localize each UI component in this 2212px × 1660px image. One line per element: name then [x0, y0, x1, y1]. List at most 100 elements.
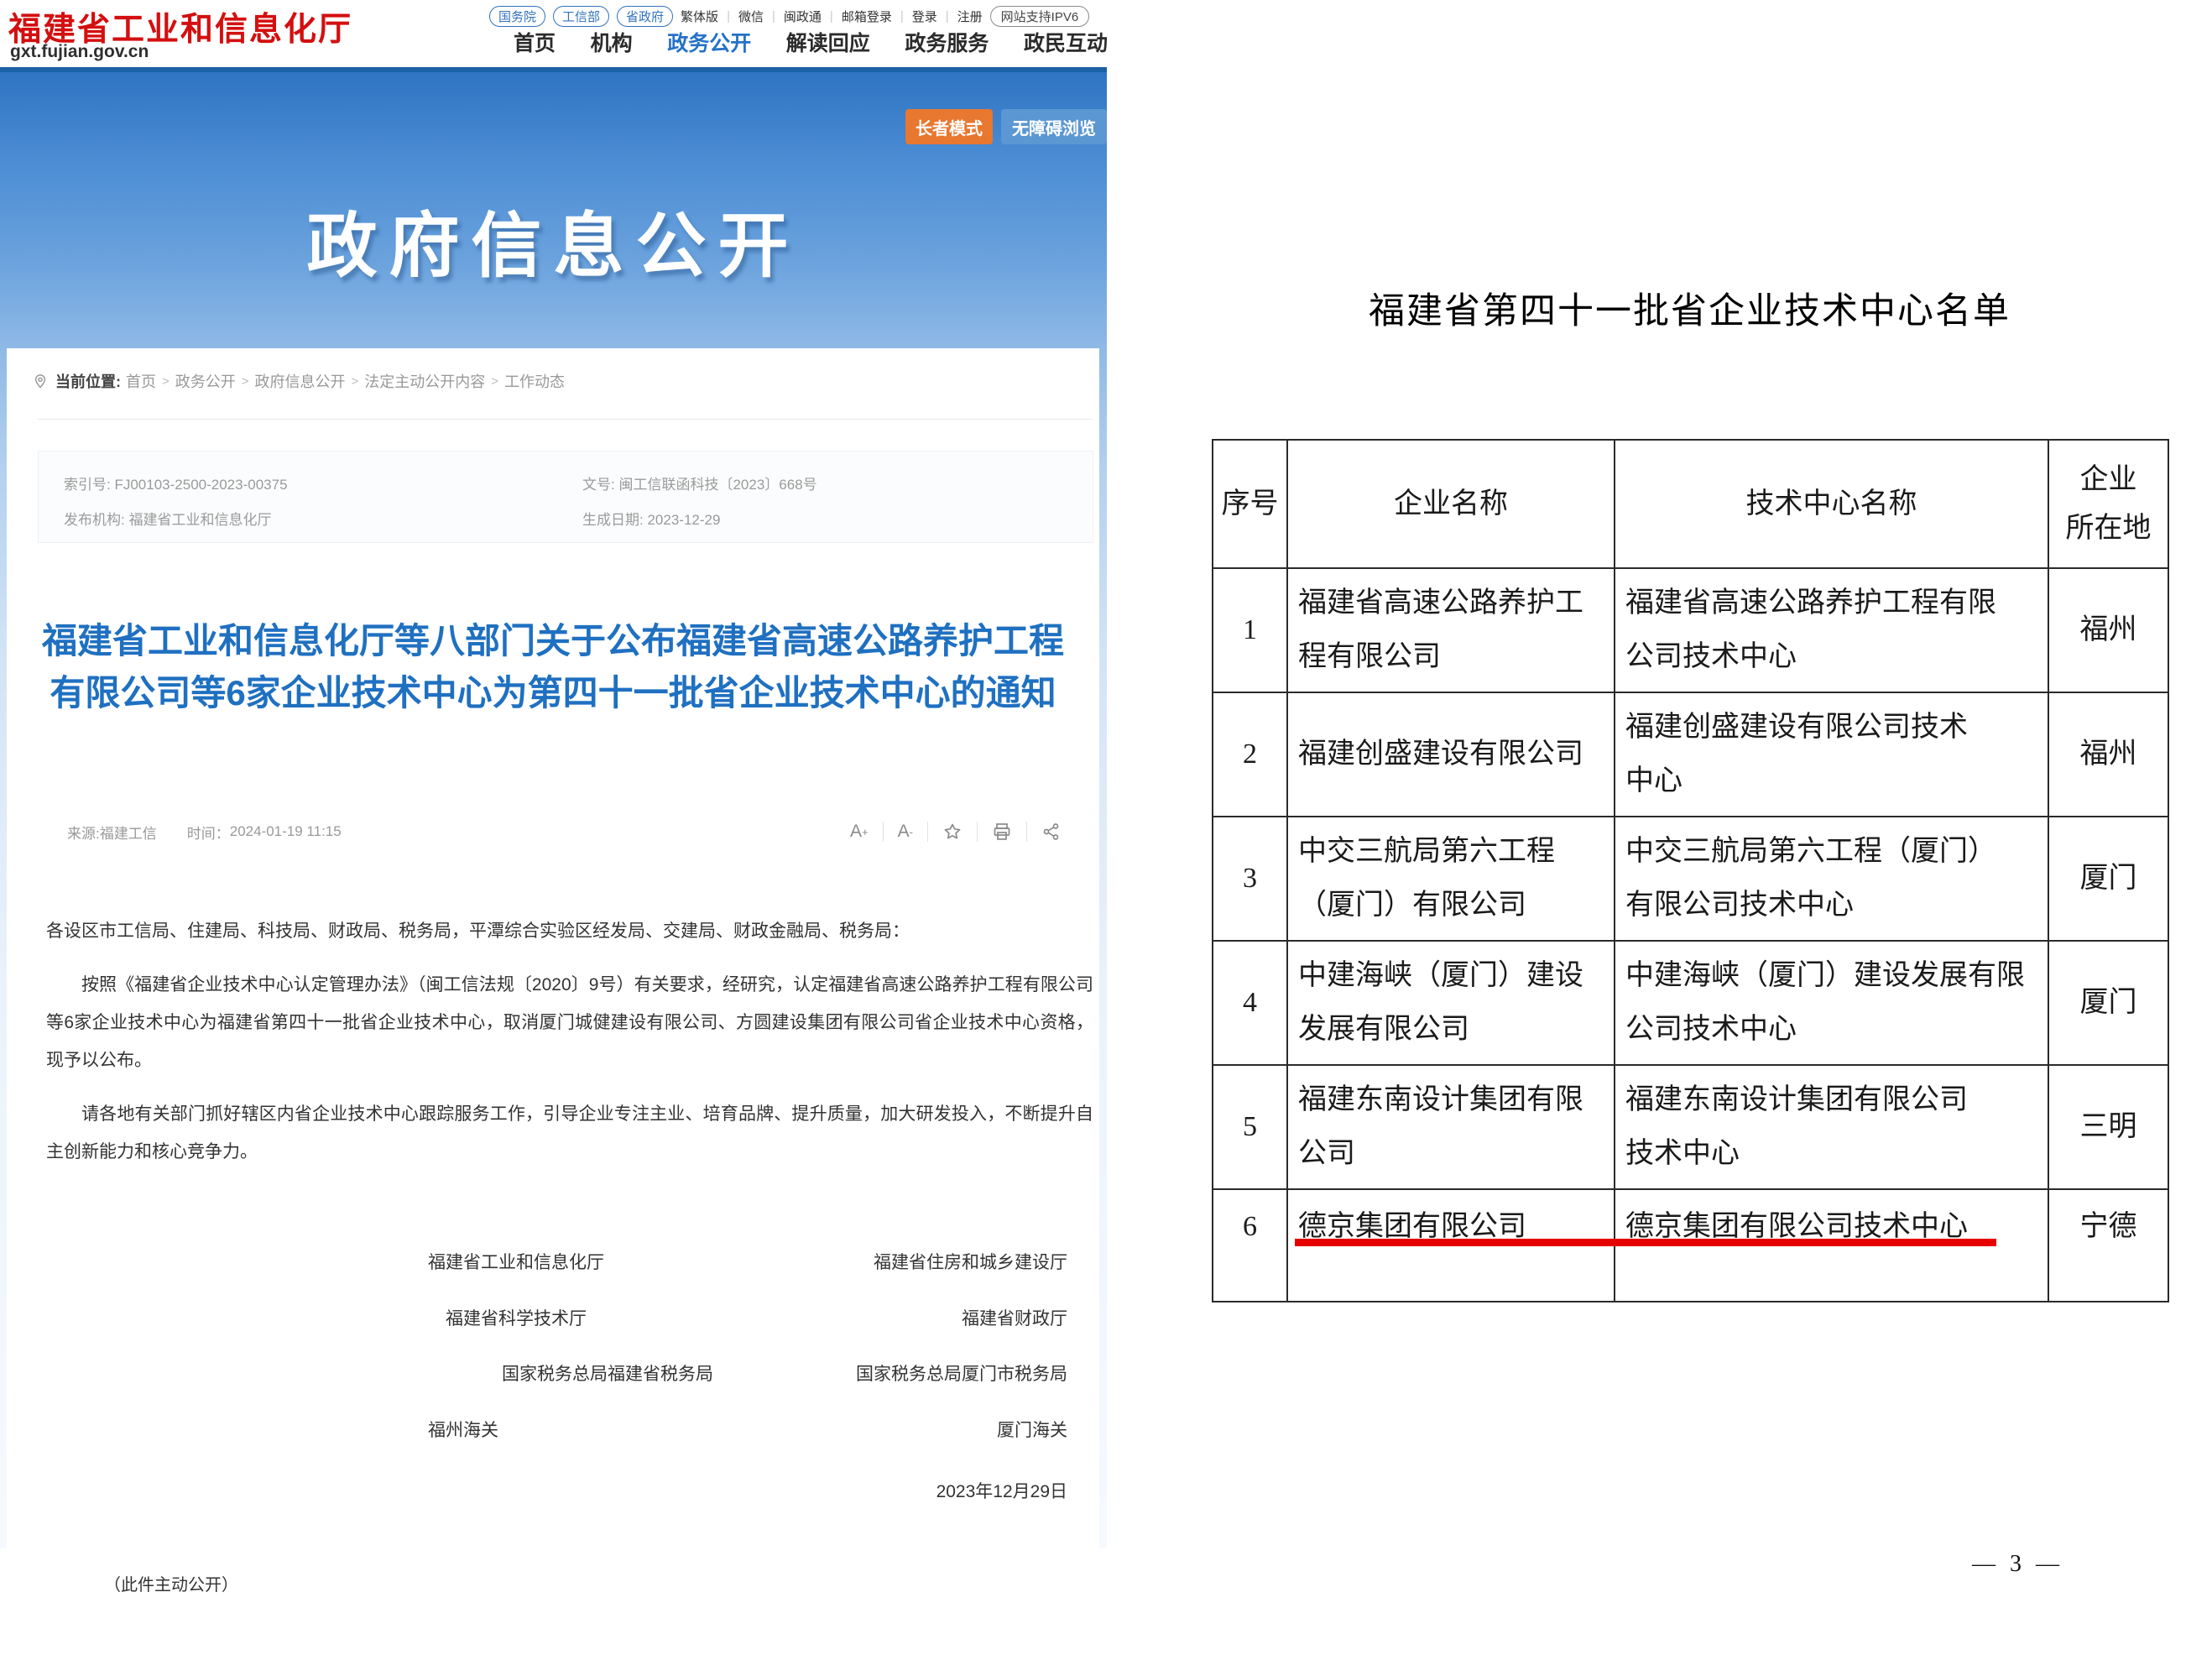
font-decrease-button[interactable]: A- [883, 822, 927, 842]
cell-no: 4 [1213, 941, 1287, 1065]
proactive-disclosure-note: （此件主动公开） [104, 1571, 238, 1595]
utility-link-register[interactable]: 注册 [957, 8, 983, 25]
cell-company: 福建东南设计集团有限 公司 [1287, 1065, 1615, 1189]
attachment-page: 福建省第四十一批省企业技术中心名单 序号 企业名称 技术中心名称 企业 所在地 … [1108, 0, 2212, 1660]
meta-issue-date: 生成日期: 2023-12-29 [582, 508, 1093, 529]
breadcrumb-separator: > [242, 374, 249, 389]
signature-org: 福州海关 [428, 1417, 498, 1442]
nav-item-interaction[interactable]: 政民互动 [1024, 27, 1108, 57]
cell-center: 福建东南设计集团有限公司 技术中心 [1615, 1065, 2048, 1189]
document-meta-box: 索引号: FJ00103-2500-2023-00375 文号: 闽工信联函科技… [38, 451, 1093, 543]
breadcrumb-gov-affairs[interactable]: 政务公开 [175, 370, 236, 392]
divider: | [830, 9, 833, 23]
breadcrumb-prefix: 当前位置: [55, 370, 121, 392]
breadcrumb-separator: > [491, 374, 498, 389]
accessibility-button[interactable]: 无障碍浏览 [1001, 109, 1107, 144]
table-row: 1 福建省高速公路养护工 程有限公司 福建省高速公路养护工程有限 公司技术中心 … [1213, 568, 2168, 692]
article-title: 福建省工业和信息化厅等八部门关于公布福建省高速公路养护工程有限公司等6家企业技术… [27, 615, 1079, 719]
breadcrumb-separator: > [162, 374, 170, 389]
divider: | [946, 9, 949, 23]
divider: | [727, 9, 730, 23]
quick-link-miit[interactable]: 工信部 [553, 6, 609, 27]
article-source: 来源:福建工信 [67, 822, 157, 843]
signature-org: 福建省工业和信息化厅 [428, 1249, 604, 1274]
breadcrumb: 当前位置: 首页 > 政务公开 > 政府信息公开 > 法定主动公开内容 > 工作… [32, 370, 565, 392]
signature-org: 厦门海关 [997, 1417, 1067, 1442]
elder-mode-button[interactable]: 长者模式 [905, 109, 993, 144]
cell-company: 中交三航局第六工程 （厦门）有限公司 [1287, 817, 1615, 941]
signature-org: 福建省科学技术厅 [446, 1305, 587, 1330]
quick-link-provincial-gov[interactable]: 省政府 [617, 6, 673, 27]
col-header-center: 技术中心名称 [1615, 440, 2048, 568]
cell-center: 福建省高速公路养护工程有限 公司技术中心 [1615, 568, 2048, 692]
cell-city: 厦门 [2048, 817, 2168, 941]
breadcrumb-statutory-content[interactable]: 法定主动公开内容 [364, 370, 485, 392]
nav-item-home[interactable]: 首页 [514, 27, 556, 57]
ipv6-badge: 网站支持IPV6 [990, 6, 1090, 27]
article-time: 2024-01-19 11:15 [230, 823, 342, 840]
location-pin-icon [32, 373, 49, 389]
cell-city: 厦门 [2048, 941, 2168, 1065]
print-icon[interactable] [977, 822, 1026, 842]
cell-no: 3 [1213, 817, 1287, 941]
nav-item-interpretation[interactable]: 解读回应 [786, 27, 870, 57]
nav-item-services[interactable]: 政务服务 [905, 27, 989, 57]
site-logo-domain: gxt.fujian.gov.cn [10, 42, 149, 62]
main-nav: 首页 机构 政务公开 解读回应 政务服务 政民互动 [514, 27, 1108, 57]
divider: | [900, 9, 904, 23]
cell-no: 1 [1213, 568, 1287, 692]
article-time-label: 时间： [187, 822, 230, 843]
table-row: 2 福建创盛建设有限公司 福建创盛建设有限公司技术 中心 福州 [1213, 692, 2168, 817]
favorite-star-icon[interactable] [927, 822, 977, 842]
meta-issuing-org: 发布机构: 福建省工业和信息化厅 [64, 508, 582, 529]
nav-item-gov-disclosure[interactable]: 政务公开 [667, 27, 751, 57]
cell-center: 中交三航局第六工程（厦门） 有限公司技术中心 [1615, 817, 2048, 941]
utility-link-login[interactable]: 登录 [912, 8, 937, 25]
divider: | [772, 9, 775, 23]
cell-city: 福州 [2048, 568, 2168, 692]
tech-center-table: 序号 企业名称 技术中心名称 企业 所在地 1 福建省高速公路养护工 程有限公司… [1212, 439, 2169, 1302]
gov-webpage: 福建省工业和信息化厅 gxt.fujian.gov.cn 国务院 工信部 省政府… [0, 0, 1108, 1660]
quick-link-state-council[interactable]: 国务院 [489, 6, 545, 27]
table-row: 5 福建东南设计集团有限 公司 福建东南设计集团有限公司 技术中心 三明 [1213, 1065, 2168, 1189]
font-increase-button[interactable]: A+ [836, 822, 883, 842]
utility-link-mail-login[interactable]: 邮箱登录 [842, 8, 892, 25]
breadcrumb-work-updates[interactable]: 工作动态 [504, 370, 565, 392]
utility-link-minzhengtong[interactable]: 闽政通 [784, 8, 822, 25]
table-row: 4 中建海峡（厦门）建设 发展有限公司 中建海峡（厦门）建设发展有限 公司技术中… [1213, 941, 2168, 1065]
paragraph-requirements: 请各地有关部门抓好辖区内省企业技术中心跟踪服务工作，引导企业专注主业、培育品牌、… [46, 1095, 1093, 1171]
utility-link-traditional[interactable]: 繁体版 [681, 8, 718, 25]
col-header-no: 序号 [1213, 440, 1287, 568]
signature-org: 福建省财政厅 [962, 1305, 1067, 1330]
share-icon[interactable] [1026, 822, 1076, 842]
breadcrumb-home[interactable]: 首页 [126, 370, 156, 392]
utility-bar: 国务院 工信部 省政府 繁体版 | 微信 | 闽政通 | 邮箱登录 | 登录 |… [489, 6, 1089, 27]
breadcrumb-divider [38, 419, 1092, 420]
cell-city: 三明 [2048, 1065, 2168, 1189]
red-underline-highlight [1295, 1239, 1996, 1246]
meta-doc-number: 文号: 闽工信联函科技〔2023〕668号 [582, 472, 1093, 493]
breadcrumb-info-disclosure[interactable]: 政府信息公开 [255, 370, 346, 392]
cell-company: 福建创盛建设有限公司 [1287, 692, 1615, 817]
breadcrumb-separator: > [352, 374, 359, 389]
attachment-title: 福建省第四十一批省企业技术中心名单 [1212, 282, 2168, 334]
cell-company: 福建省高速公路养护工 程有限公司 [1287, 568, 1615, 692]
nav-item-org[interactable]: 机构 [591, 27, 633, 57]
signature-org: 国家税务总局厦门市税务局 [856, 1360, 1067, 1386]
col-header-city: 企业 所在地 [2048, 440, 2168, 568]
utility-link-wechat[interactable]: 微信 [738, 8, 764, 25]
paragraph-salutation: 各设区市工信局、住建局、科技局、财政局、税务局，平潭综合实验区经发局、交建局、财… [46, 912, 1093, 950]
meta-index: 索引号: FJ00103-2500-2023-00375 [64, 472, 582, 493]
article-info-row: 来源:福建工信 时间： 2024-01-19 11:15 A+ A- [67, 815, 1076, 848]
banner-top-line [0, 67, 1107, 72]
signature-date: 2023年12月29日 [936, 1478, 1067, 1503]
cell-city: 宁德 [2048, 1189, 2168, 1302]
signature-org: 国家税务总局福建省税务局 [502, 1360, 713, 1386]
cell-no: 2 [1213, 692, 1287, 817]
screenshot-canvas: 福建省工业和信息化厅 gxt.fujian.gov.cn 国务院 工信部 省政府… [0, 0, 2212, 1660]
content-card: 当前位置: 首页 > 政务公开 > 政府信息公开 > 法定主动公开内容 > 工作… [7, 348, 1099, 1548]
page-number: — 3 — [1972, 1551, 2063, 1578]
cell-no: 5 [1213, 1065, 1287, 1189]
table-row: 3 中交三航局第六工程 （厦门）有限公司 中交三航局第六工程（厦门） 有限公司技… [1213, 817, 2168, 941]
article-body: 各设区市工信局、住建局、科技局、财政局、税务局，平潭综合实验区经发局、交建局、财… [46, 912, 1093, 1171]
